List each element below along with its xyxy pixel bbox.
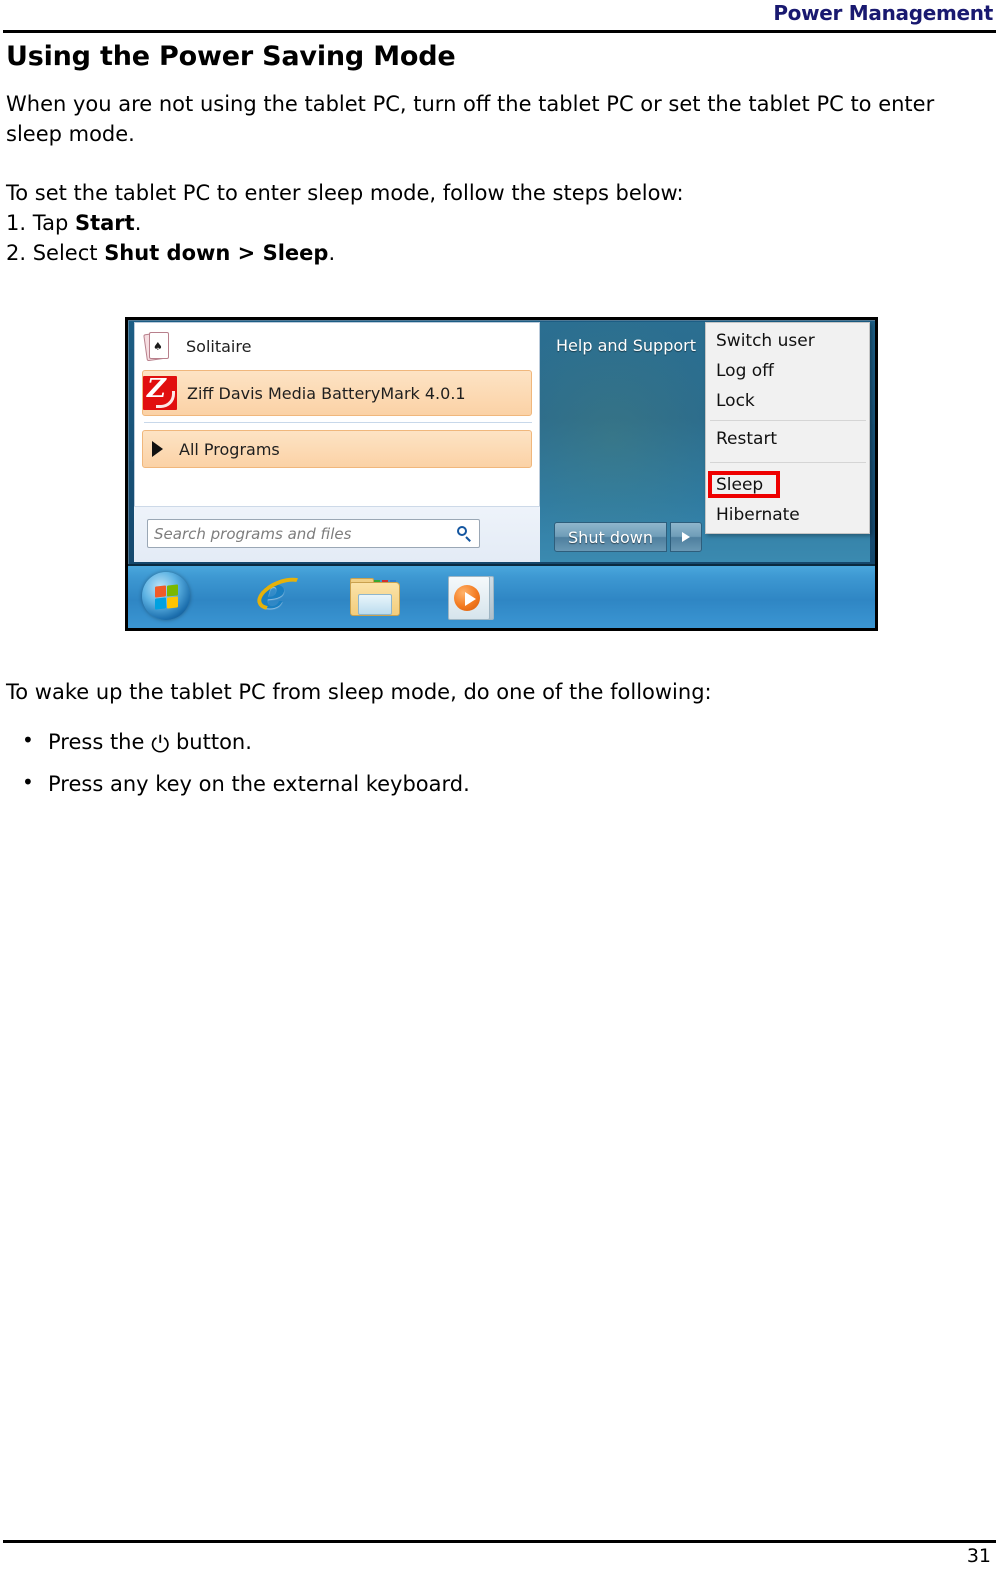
step-2-prefix: Select xyxy=(32,240,105,265)
instruction-lead: To set the tablet PC to enter sleep mode… xyxy=(6,181,684,206)
triangle-right-icon xyxy=(152,441,163,457)
windows-explorer-folder-icon[interactable] xyxy=(350,578,400,616)
power-button-icon: ⏻ xyxy=(151,731,170,758)
context-menu-separator xyxy=(710,420,866,421)
step-item-2: 2. Select Shut down > Sleep. xyxy=(6,239,986,269)
shutdown-button[interactable]: Shut down xyxy=(554,522,667,552)
windows-start-menu: ♠ Solitaire Z Ziff Davis Media BatteryMa… xyxy=(128,320,875,565)
context-menu-separator xyxy=(710,462,866,463)
bullet-2-text: Press any key on the external keyboard. xyxy=(48,772,470,797)
context-menu-item-lock[interactable]: Lock xyxy=(716,391,755,411)
search-input[interactable]: Search programs and files xyxy=(147,519,480,548)
list-item: Press any key on the external keyboard. xyxy=(6,767,986,801)
context-menu-item-hibernate[interactable]: Hibernate xyxy=(716,505,800,525)
wake-lead-paragraph: To wake up the tablet PC from sleep mode… xyxy=(6,680,712,704)
windows-media-player-icon[interactable] xyxy=(448,576,494,620)
manual-page: Power Management Using the Power Saving … xyxy=(0,0,999,1570)
list-item: Press the ⏻ button. xyxy=(6,725,986,759)
page-header-title: Power Management xyxy=(773,1,993,25)
page-number: 31 xyxy=(966,1545,991,1567)
step-1-prefix: Tap xyxy=(32,211,75,236)
start-menu-item-help-and-support[interactable]: Help and Support xyxy=(556,336,696,355)
bullet-1-prefix: Press the xyxy=(48,729,152,754)
start-menu-item-batterymark[interactable]: Z Ziff Davis Media BatteryMark 4.0.1 xyxy=(142,370,532,416)
triangle-right-icon xyxy=(682,532,690,542)
context-menu-item-restart[interactable]: Restart xyxy=(716,429,777,449)
step-1-number: 1. xyxy=(6,211,33,236)
page-title: Using the Power Saving Mode xyxy=(6,41,456,72)
start-menu-item-label: Ziff Davis Media BatteryMark 4.0.1 xyxy=(187,383,466,403)
internet-explorer-icon[interactable]: e xyxy=(252,568,312,619)
page-content-after-figure: To wake up the tablet PC from sleep mode… xyxy=(6,678,986,811)
footer-divider xyxy=(3,1540,996,1543)
search-input-placeholder: Search programs and files xyxy=(154,524,352,543)
start-menu-search-area: Search programs and files xyxy=(134,506,540,562)
ziff-davis-z-icon: Z xyxy=(143,376,177,410)
context-menu-item-switch-user[interactable]: Switch user xyxy=(716,331,815,351)
start-orb-icon[interactable] xyxy=(142,572,190,620)
start-menu-item-all-programs[interactable]: All Programs xyxy=(142,430,532,468)
magnifier-icon xyxy=(457,525,473,542)
step-1-suffix: . xyxy=(134,211,142,236)
step-2-bold: Shut down > Sleep xyxy=(104,240,329,265)
start-menu-left-pane: ♠ Solitaire Z Ziff Davis Media BatteryMa… xyxy=(134,322,540,562)
bullet-1-suffix: button. xyxy=(169,729,252,754)
shutdown-arrow-button[interactable] xyxy=(670,522,702,552)
shutdown-context-menu: Switch user Log off Lock Restart Sleep H… xyxy=(705,322,870,534)
header-divider xyxy=(3,30,996,33)
page-content: Using the Power Saving Mode When you are… xyxy=(6,42,986,269)
context-menu-item-sleep[interactable]: Sleep xyxy=(716,475,763,495)
step-2-number: 2. xyxy=(6,240,33,265)
windows-taskbar: e xyxy=(128,564,875,628)
solitaire-cards-icon: ♠ xyxy=(142,329,176,363)
start-menu-item-label: Solitaire xyxy=(186,336,252,356)
context-menu-item-log-off[interactable]: Log off xyxy=(716,361,774,381)
step-1-bold: Start xyxy=(74,211,135,236)
step-2-suffix: . xyxy=(328,240,336,265)
start-menu-item-solitaire[interactable]: ♠ Solitaire xyxy=(142,326,532,366)
intro-paragraph: When you are not using the tablet PC, tu… xyxy=(6,91,935,146)
start-menu-screenshot-figure: ♠ Solitaire Z Ziff Davis Media BatteryMa… xyxy=(125,317,878,631)
wake-options-list: Press the ⏻ button. Press any key on the… xyxy=(6,725,986,801)
shutdown-control-group: Shut down xyxy=(554,522,702,552)
start-menu-item-label: All Programs xyxy=(179,439,280,459)
start-menu-separator xyxy=(144,422,532,423)
step-item-1: 1. Tap Start. xyxy=(6,209,986,239)
